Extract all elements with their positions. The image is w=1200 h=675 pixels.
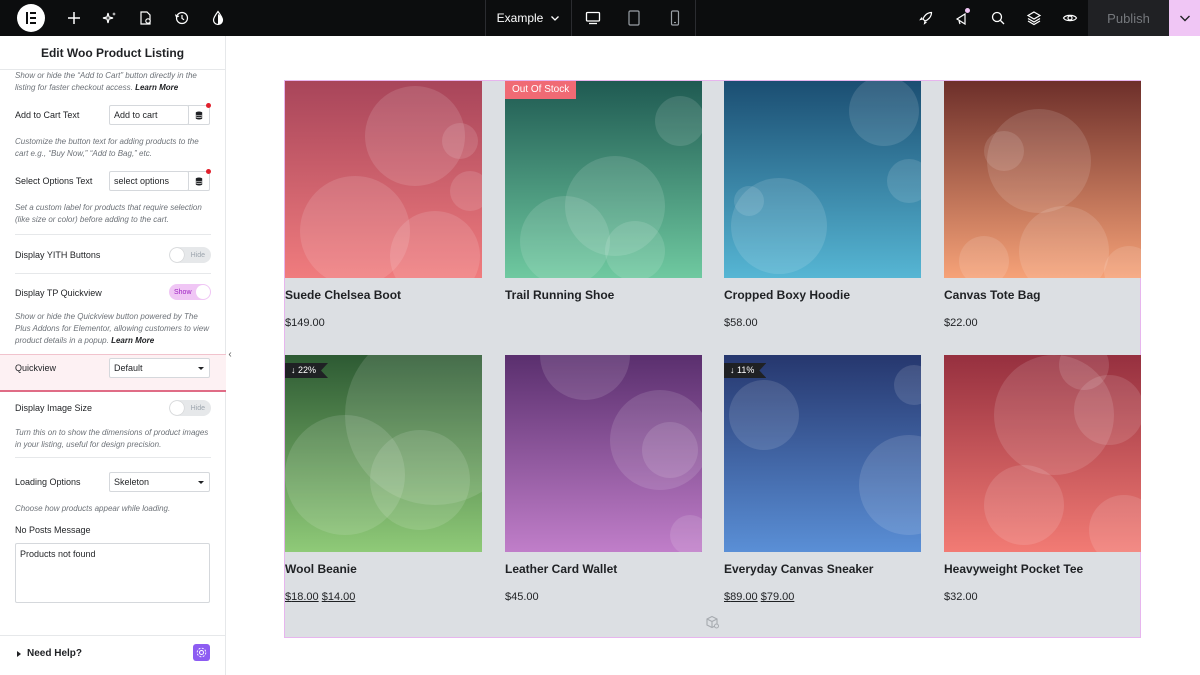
database-icon (195, 111, 202, 119)
need-help-section[interactable]: Need Help? (0, 635, 226, 671)
panel-title: Edit Woo Product Listing (0, 36, 225, 70)
image-size-toggle[interactable]: Hide (169, 400, 211, 416)
loading-options-label: Loading Options (15, 477, 81, 487)
select-options-label: Select Options Text (15, 176, 93, 186)
product-image[interactable] (505, 355, 702, 552)
dynamic-tags-button[interactable] (188, 105, 210, 125)
product-price: $89.00 $79.00 (724, 591, 794, 603)
tablet-icon[interactable] (613, 0, 654, 36)
quickview-help: Show or hide the Quickview button powere… (15, 312, 210, 345)
product-price: $32.00 (944, 591, 978, 603)
product-price: $45.00 (505, 591, 539, 603)
yith-buttons-label: Display YITH Buttons (15, 250, 101, 260)
chevron-down-icon (551, 16, 560, 21)
product-image[interactable] (285, 355, 482, 552)
expand-caret-icon (17, 650, 21, 657)
product-image[interactable] (944, 81, 1141, 278)
select-options-help: Set a custom label for products that req… (15, 203, 202, 224)
product-image[interactable] (724, 355, 921, 552)
learn-more-link[interactable]: Learn More (111, 336, 154, 345)
top-bar: Example Publish (0, 0, 1200, 36)
product-title[interactable]: Heavyweight Pocket Tee (944, 562, 1083, 576)
product-image[interactable] (724, 81, 921, 278)
product-title[interactable]: Trail Running Shoe (505, 288, 614, 302)
tp-quickview-label: Display TP Quickview (15, 288, 102, 298)
quickview-select[interactable]: Default (109, 358, 210, 378)
product-title[interactable]: Cropped Boxy Hoodie (724, 288, 850, 302)
layers-icon[interactable] (1017, 0, 1051, 36)
need-help-label: Need Help? (27, 648, 83, 659)
button-text-help: Customize the button text for adding pro… (15, 137, 199, 158)
page-selector[interactable]: Example (486, 0, 571, 36)
caret-down-icon (198, 481, 204, 484)
tp-quickview-toggle[interactable]: Show (169, 284, 211, 300)
product-title[interactable]: Wool Beanie (285, 562, 357, 576)
product-title[interactable]: Everyday Canvas Sneaker (724, 562, 873, 576)
out-of-stock-badge: Out Of Stock (505, 81, 577, 99)
add-to-cart-label: Add to Cart Text (15, 110, 80, 120)
sparkle-icon[interactable] (93, 0, 127, 36)
regular-price: $18.00 (285, 591, 319, 603)
no-posts-textarea[interactable]: Products not found (15, 543, 210, 603)
product-price: $149.00 (285, 317, 325, 329)
quickview-label: Quickview (15, 363, 57, 373)
sale-price: $79.00 (760, 591, 795, 603)
theme-drop-icon[interactable] (201, 0, 235, 36)
product-image[interactable] (505, 81, 702, 278)
rocket-icon[interactable] (909, 0, 943, 36)
learn-more-link[interactable]: Learn More (135, 83, 178, 92)
product-price: $18.00 $14.00 (285, 591, 355, 603)
caret-down-icon (198, 367, 204, 370)
yith-buttons-toggle[interactable]: Hide (169, 247, 211, 263)
select-options-input[interactable]: select options (109, 171, 189, 191)
notifications-icon[interactable] (945, 0, 979, 36)
mobile-icon[interactable] (654, 0, 695, 36)
no-posts-label: No Posts Message (15, 525, 91, 535)
plus-icon[interactable] (57, 0, 91, 36)
database-icon (195, 177, 202, 185)
preview-eye-icon[interactable] (1053, 0, 1087, 36)
add-to-cart-help: Show or hide the “Add to Cart” button di… (15, 71, 197, 92)
woo-widget-icon (704, 614, 720, 635)
page-name: Example (496, 11, 544, 25)
publish-button[interactable]: Publish (1088, 0, 1169, 36)
dynamic-tags-button[interactable] (188, 171, 210, 191)
regular-price: $89.00 (724, 591, 758, 603)
image-size-label: Display Image Size (15, 403, 93, 413)
sale-price: $14.00 (321, 591, 356, 603)
image-size-help: Turn this on to show the dimensions of p… (15, 428, 209, 449)
required-dot (206, 169, 211, 174)
help-assistant-icon[interactable] (193, 644, 210, 661)
loading-options-help: Choose how products appear while loading… (15, 504, 171, 513)
product-title[interactable]: Leather Card Wallet (505, 562, 617, 576)
search-icon[interactable] (981, 0, 1015, 36)
loading-options-select[interactable]: Skeleton (109, 472, 210, 492)
product-grid: Suede Chelsea Boot $149.00 Out Of Stock … (284, 80, 1141, 638)
desktop-icon[interactable] (572, 0, 613, 36)
editor-panel: Edit Woo Product Listing Show or hide th… (0, 36, 226, 675)
history-icon[interactable] (165, 0, 199, 36)
product-price: $22.00 (944, 317, 978, 329)
product-title[interactable]: Canvas Tote Bag (944, 288, 1040, 302)
product-title[interactable]: Suede Chelsea Boot (285, 288, 401, 302)
product-image[interactable] (285, 81, 482, 278)
product-price: $58.00 (724, 317, 758, 329)
product-image[interactable] (944, 355, 1141, 552)
add-to-cart-input[interactable]: Add to cart (109, 105, 189, 125)
publish-options-chevron-icon[interactable] (1169, 0, 1200, 36)
page-settings-icon[interactable] (129, 0, 163, 36)
elementor-logo-icon[interactable] (17, 4, 45, 32)
collapse-panel-icon[interactable]: ‹ (225, 339, 235, 369)
required-dot (206, 103, 211, 108)
